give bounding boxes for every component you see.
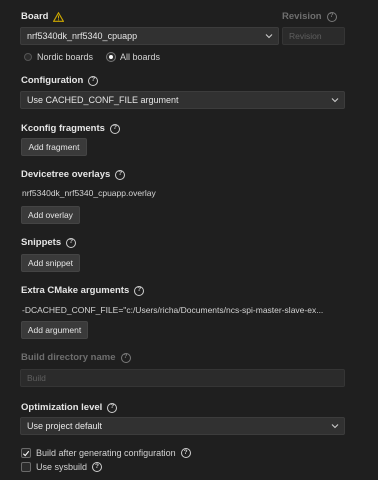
add-argument-button-label: Add argument	[27, 325, 82, 335]
build-after-checkbox[interactable]	[21, 448, 31, 458]
help-icon[interactable]: ?	[109, 123, 120, 134]
kconfig-label: Kconfig fragments ?	[21, 123, 120, 134]
sysbuild-label: Use sysbuild	[36, 462, 88, 472]
checkmark-icon	[22, 450, 30, 456]
sysbuild-checkbox[interactable]	[21, 462, 31, 472]
board-label-text: Board	[21, 11, 49, 22]
radio-label: Nordic boards	[37, 52, 94, 62]
help-icon[interactable]: ?	[115, 169, 126, 180]
add-overlay-button[interactable]: Add overlay	[21, 206, 80, 224]
help-icon[interactable]: ?	[88, 75, 99, 86]
configuration-label-text: Configuration	[21, 75, 84, 86]
board-select-value: nrf5340dk_nrf5340_cpuapp	[27, 31, 138, 41]
revision-input[interactable]: Revision	[282, 27, 345, 45]
optimization-label: Optimization level ?	[21, 402, 118, 413]
build-dir-placeholder: Build	[27, 373, 46, 383]
devicetree-label-text: Devicetree overlays	[21, 169, 111, 180]
radio-label: All boards	[120, 52, 161, 62]
configuration-select-value: Use CACHED_CONF_FILE argument	[27, 95, 179, 105]
board-filter-radios: Nordic boards All boards	[24, 52, 160, 62]
overlay-file: nrf5340dk_nrf5340_cpuapp.overlay	[22, 188, 156, 198]
help-icon[interactable]: ?	[326, 11, 337, 22]
add-fragment-button-label: Add fragment	[28, 142, 80, 152]
build-dir-label-text: Build directory name	[21, 352, 116, 363]
kconfig-label-text: Kconfig fragments	[21, 123, 105, 134]
configuration-label: Configuration ?	[21, 75, 99, 86]
build-after-checkbox-row[interactable]: Build after generating configuration ?	[21, 448, 191, 458]
warning-icon	[53, 11, 65, 22]
radio-button[interactable]	[24, 53, 32, 61]
help-icon[interactable]: ?	[120, 352, 131, 363]
cmake-label: Extra CMake arguments ?	[21, 285, 145, 296]
radio-button-selected[interactable]	[106, 52, 117, 62]
revision-label: Revision ?	[282, 11, 337, 22]
devicetree-label: Devicetree overlays ?	[21, 169, 126, 180]
revision-label-text: Revision	[282, 11, 322, 22]
revision-placeholder: Revision	[289, 31, 322, 41]
optimization-select[interactable]: Use project default	[20, 417, 345, 435]
build-dir-label: Build directory name ?	[21, 352, 131, 363]
chevron-down-icon	[265, 34, 273, 39]
chevron-down-icon	[331, 424, 339, 429]
add-overlay-button-label: Add overlay	[28, 210, 73, 220]
board-label: Board	[21, 11, 65, 22]
help-icon[interactable]: ?	[92, 462, 103, 472]
optimization-select-value: Use project default	[27, 421, 103, 431]
help-icon[interactable]: ?	[180, 448, 191, 458]
optimization-label-text: Optimization level	[21, 402, 103, 413]
build-dir-input[interactable]: Build	[20, 369, 345, 387]
cmake-argument: -DCACHED_CONF_FILE="c:/Users/richa/Docum…	[22, 305, 324, 315]
snippets-label: Snippets ?	[21, 237, 77, 248]
add-snippet-button-label: Add snippet	[28, 258, 73, 268]
build-after-label: Build after generating configuration	[36, 448, 176, 458]
help-icon[interactable]: ?	[107, 402, 118, 413]
add-snippet-button[interactable]: Add snippet	[21, 254, 80, 272]
configuration-select[interactable]: Use CACHED_CONF_FILE argument	[20, 91, 345, 109]
help-icon[interactable]: ?	[134, 285, 145, 296]
add-fragment-button[interactable]: Add fragment	[21, 138, 87, 156]
board-select[interactable]: nrf5340dk_nrf5340_cpuapp	[20, 27, 279, 45]
radio-all-boards[interactable]: All boards	[106, 52, 161, 62]
help-icon[interactable]: ?	[66, 237, 77, 248]
add-argument-button[interactable]: Add argument	[21, 321, 88, 339]
chevron-down-icon	[331, 98, 339, 103]
radio-nordic-boards[interactable]: Nordic boards	[24, 52, 93, 62]
sysbuild-checkbox-row[interactable]: Use sysbuild ?	[21, 462, 103, 472]
cmake-label-text: Extra CMake arguments	[21, 285, 130, 296]
snippets-label-text: Snippets	[21, 237, 62, 248]
